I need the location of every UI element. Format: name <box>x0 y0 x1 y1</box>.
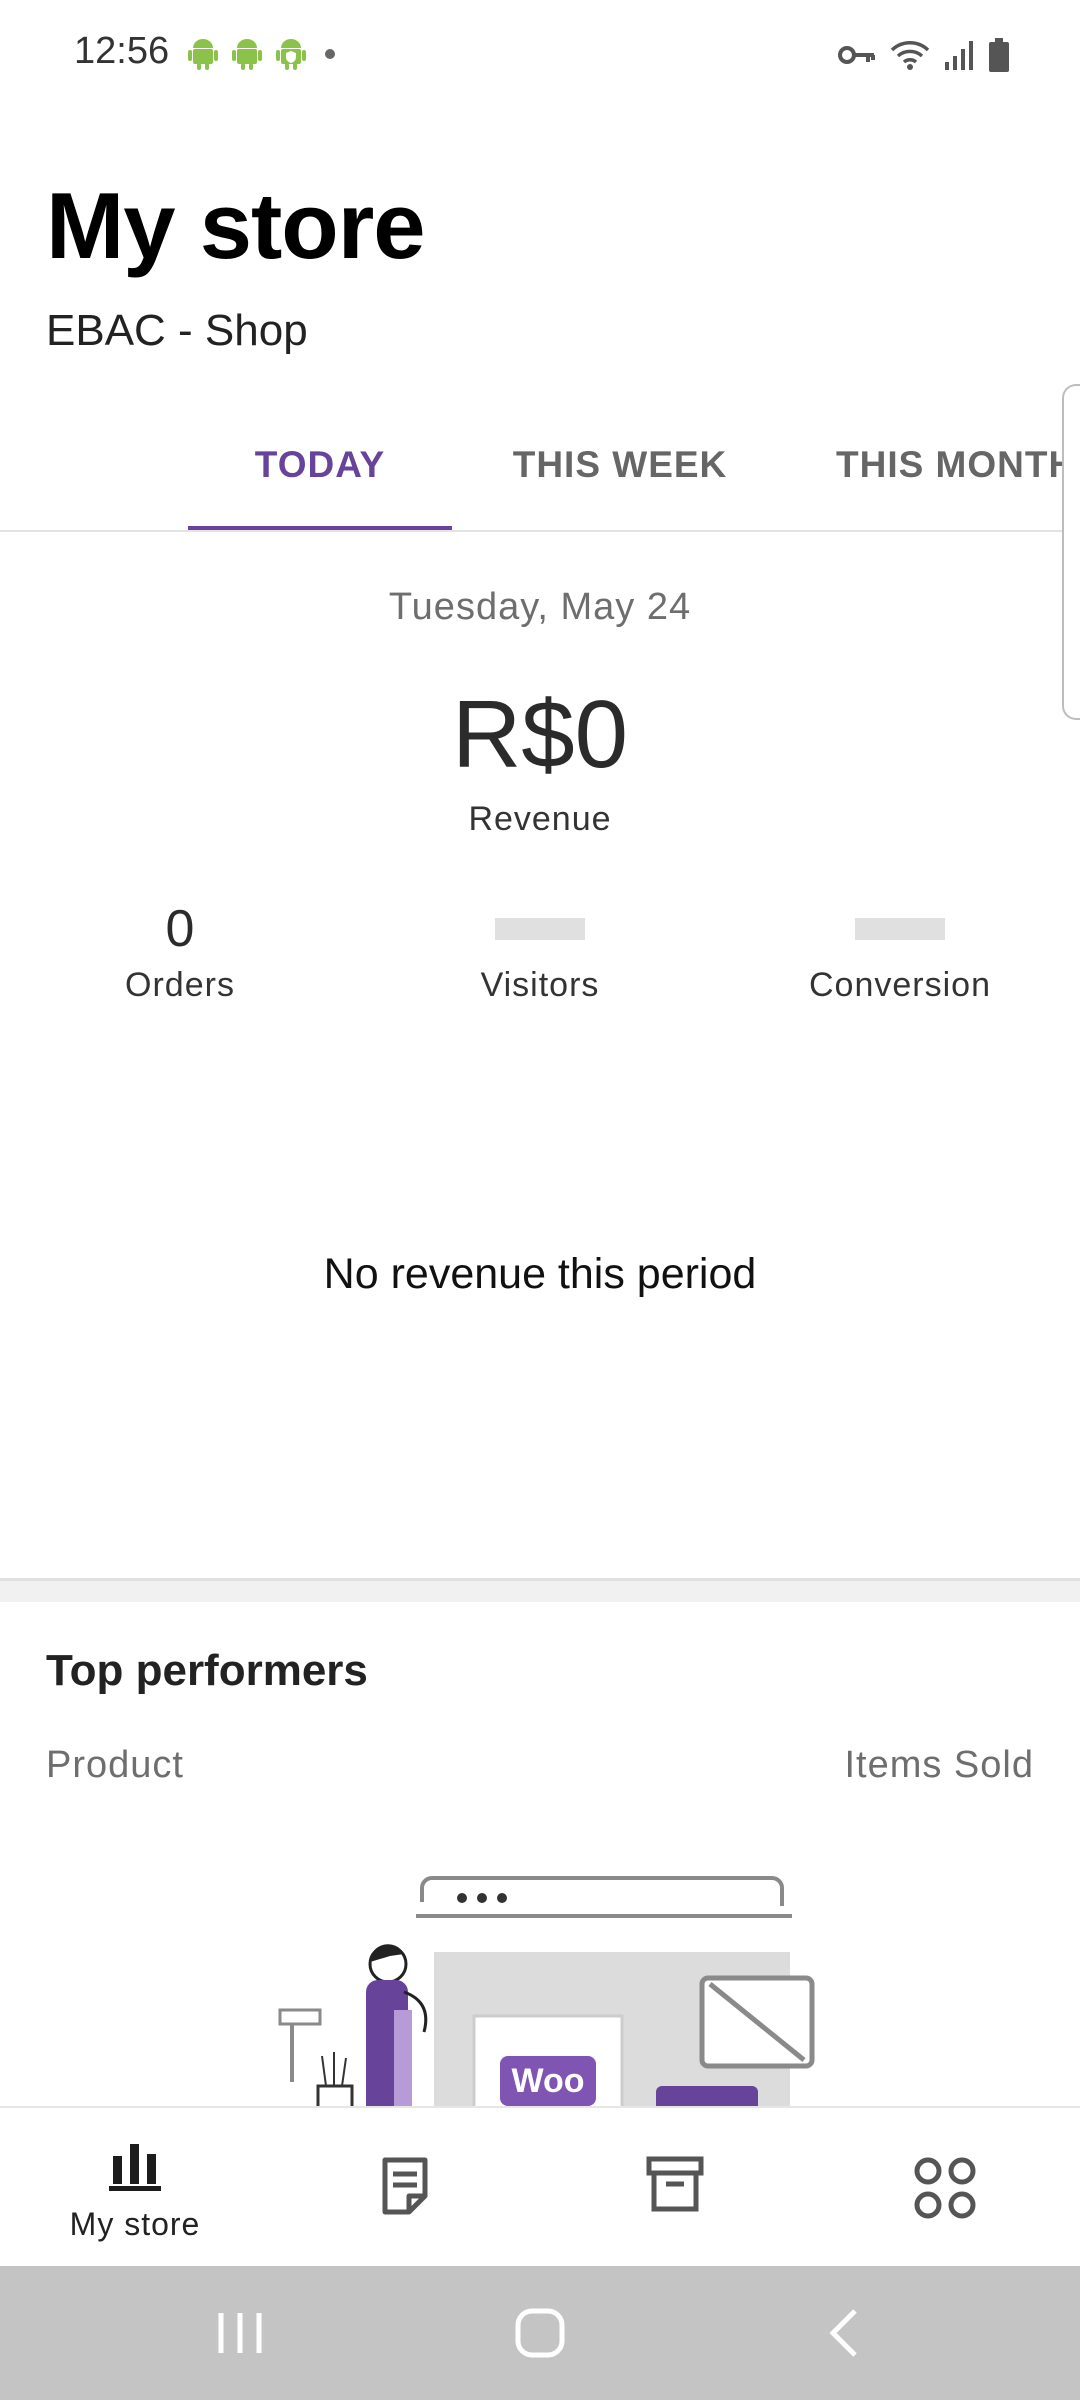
status-notification-icons <box>188 38 340 70</box>
edge-panel-handle[interactable] <box>1062 384 1080 720</box>
visitors-stat: Visitors <box>360 896 720 1005</box>
status-time: 12:56 <box>74 30 170 72</box>
product-column-header: Product <box>46 1744 184 1786</box>
orders-label: Orders <box>125 966 235 1004</box>
key-icon <box>838 46 875 64</box>
items-sold-column-header: Items Sold <box>844 1744 1034 1786</box>
stats-date: Tuesday, May 24 <box>388 586 692 628</box>
wifi-icon <box>890 41 930 70</box>
store-name: EBAC - Shop <box>46 306 308 355</box>
woo-store-illustration: Woo <box>278 1876 815 2108</box>
revenue-value: R$0 <box>451 681 629 788</box>
conversion-stat: Conversion <box>720 896 1080 1005</box>
date-range-tabs: TODAY THIS WEEK THIS MONTH <box>0 398 1080 532</box>
woo-badge-text: Woo <box>511 2062 584 2100</box>
dot-icon <box>325 49 335 59</box>
tab-this-month[interactable]: THIS MONTH <box>836 398 1080 530</box>
android-shield-icon <box>276 39 306 70</box>
conversion-placeholder <box>855 918 945 940</box>
visitors-label: Visitors <box>480 966 600 1004</box>
battery-icon <box>989 38 1009 72</box>
nav-products[interactable] <box>540 2108 810 2268</box>
nav-my-store-label: My store <box>69 2206 201 2242</box>
nav-menu[interactable] <box>810 2108 1080 2268</box>
visitors-placeholder <box>495 918 585 940</box>
android-icon <box>232 39 262 70</box>
back-button[interactable] <box>764 2266 924 2400</box>
back-icon <box>829 2309 857 2357</box>
top-performers-title: Top performers <box>46 1646 368 1695</box>
empty-state-illustration: Woo <box>270 1860 830 2108</box>
status-bar: 12:56 <box>0 0 1080 112</box>
android-icon <box>188 39 218 70</box>
home-icon <box>515 2308 565 2358</box>
empty-revenue-message: No revenue this period <box>323 1250 757 1298</box>
tab-indicator <box>188 526 452 530</box>
signal-icon <box>945 41 973 70</box>
visitors-value <box>360 896 720 962</box>
conversion-label: Conversion <box>809 966 991 1004</box>
tab-today[interactable]: TODAY <box>188 398 452 530</box>
conversion-value <box>720 896 1080 962</box>
page-title: My store <box>46 173 426 278</box>
status-system-icons <box>838 38 1010 72</box>
bottom-navigation: My store <box>0 2106 1080 2266</box>
orders-icon <box>382 2157 428 2215</box>
orders-value: 0 <box>165 900 195 958</box>
tab-this-week[interactable]: THIS WEEK <box>470 398 770 530</box>
revenue-label: Revenue <box>468 800 612 838</box>
bar-chart-icon <box>109 2144 161 2191</box>
nav-orders[interactable] <box>270 2108 540 2268</box>
system-navigation-bar <box>0 2266 1080 2400</box>
products-icon <box>646 2156 704 2212</box>
orders-stat: 0 Orders <box>0 896 360 1005</box>
home-button[interactable] <box>460 2266 620 2400</box>
grid-menu-icon <box>914 2157 976 2219</box>
nav-my-store[interactable]: My store <box>0 2108 270 2268</box>
section-divider <box>0 1578 1080 1602</box>
recent-apps-icon <box>218 2313 262 2353</box>
recent-apps-button[interactable] <box>160 2266 320 2400</box>
